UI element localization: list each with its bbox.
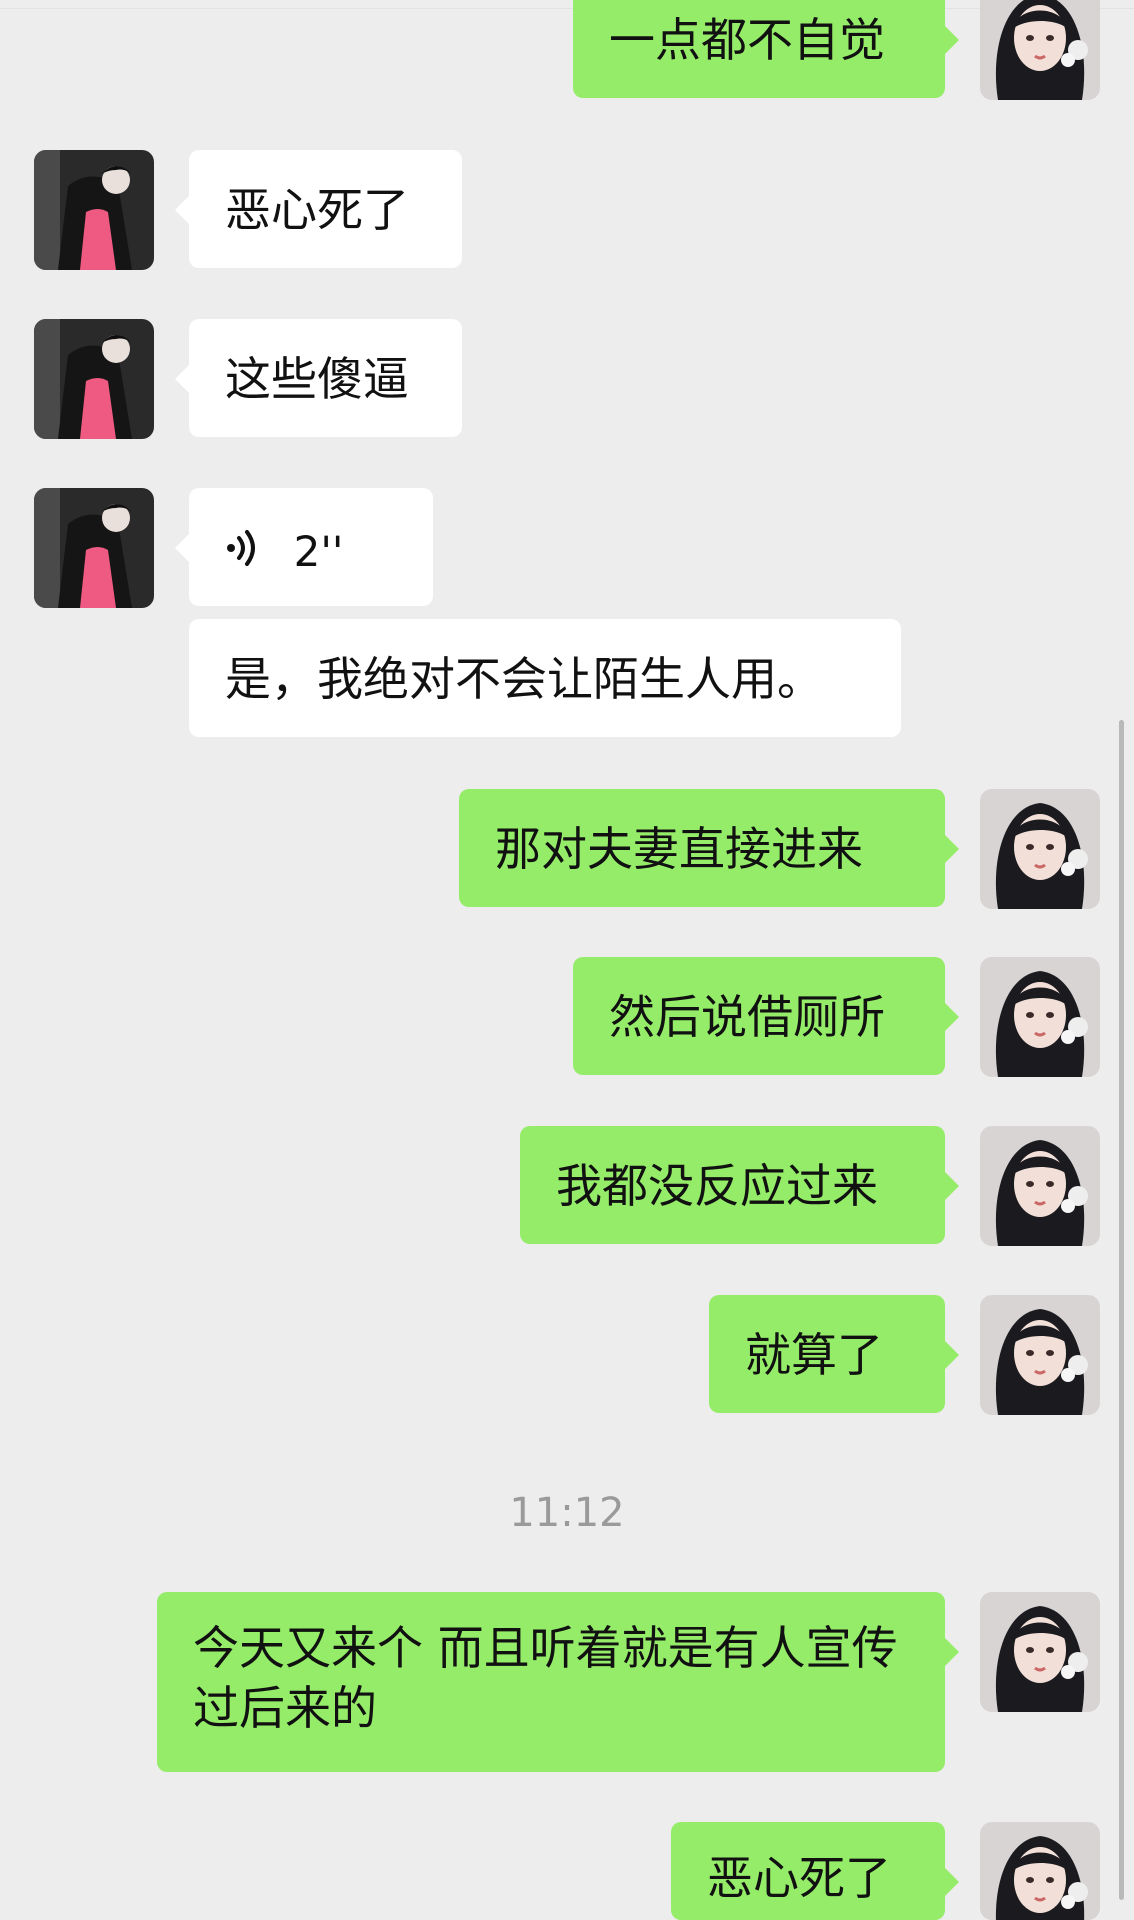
contact-avatar-image	[34, 488, 154, 608]
my-avatar[interactable]	[980, 0, 1100, 100]
message-text: 是，我绝对不会让陌生人用。	[225, 652, 823, 706]
message-bubble-outgoing[interactable]: 那对夫妻直接进来	[459, 789, 959, 907]
contact-avatar[interactable]	[34, 150, 154, 270]
time-divider: 11:12	[509, 1490, 625, 1536]
scrollbar[interactable]	[1119, 720, 1124, 1900]
message-bubble-outgoing[interactable]: 恶心死了	[671, 1822, 959, 1920]
contact-avatar-image	[34, 150, 154, 270]
message-text: 恶心死了	[707, 1851, 891, 1905]
my-avatar[interactable]	[980, 1822, 1100, 1920]
message-bubble-outgoing[interactable]: 就算了	[709, 1295, 959, 1413]
message-text: 这些傻逼	[225, 352, 409, 406]
message-bubble-incoming[interactable]: 是，我绝对不会让陌生人用。	[189, 619, 901, 737]
my-avatar[interactable]	[980, 1126, 1100, 1246]
my-avatar-image	[980, 0, 1100, 100]
my-avatar-image	[980, 1295, 1100, 1415]
message-text: 今天又来个 而且听着就是有人宣传过后来的	[193, 1621, 898, 1735]
my-avatar-image	[980, 1126, 1100, 1246]
my-avatar-image	[980, 1822, 1100, 1920]
message-text: 那对夫妻直接进来	[495, 822, 863, 876]
my-avatar-image	[980, 1592, 1100, 1712]
message-text: 恶心死了	[225, 183, 409, 237]
contact-avatar[interactable]	[34, 488, 154, 608]
message-bubble-outgoing[interactable]: 我都没反应过来	[520, 1126, 959, 1244]
contact-avatar-image	[34, 319, 154, 439]
chat-view[interactable]: 一点都不自觉 恶心死了 这些傻逼 2'' 是，我绝对不会让陌生人用。 那对夫妻直…	[0, 0, 1134, 1920]
my-avatar-image	[980, 957, 1100, 1077]
message-text: 我都没反应过来	[556, 1159, 878, 1213]
message-text: 一点都不自觉	[609, 13, 885, 67]
my-avatar[interactable]	[980, 789, 1100, 909]
message-text: 然后说借厕所	[609, 990, 885, 1044]
message-bubble-outgoing[interactable]: 然后说借厕所	[573, 957, 959, 1075]
voice-message-bubble[interactable]: 2''	[175, 488, 433, 606]
my-avatar[interactable]	[980, 1592, 1100, 1712]
message-text: 就算了	[745, 1328, 883, 1382]
my-avatar[interactable]	[980, 957, 1100, 1077]
message-bubble-incoming[interactable]: 这些傻逼	[175, 319, 462, 437]
message-bubble-outgoing[interactable]: 今天又来个 而且听着就是有人宣传过后来的	[157, 1592, 959, 1772]
message-bubble-incoming[interactable]: 恶心死了	[175, 150, 462, 268]
message-bubble-outgoing[interactable]: 一点都不自觉	[573, 0, 959, 98]
top-divider	[0, 8, 1134, 9]
my-avatar[interactable]	[980, 1295, 1100, 1415]
voice-wave-icon	[225, 522, 261, 582]
contact-avatar[interactable]	[34, 319, 154, 439]
voice-duration: 2''	[293, 526, 344, 576]
my-avatar-image	[980, 789, 1100, 909]
